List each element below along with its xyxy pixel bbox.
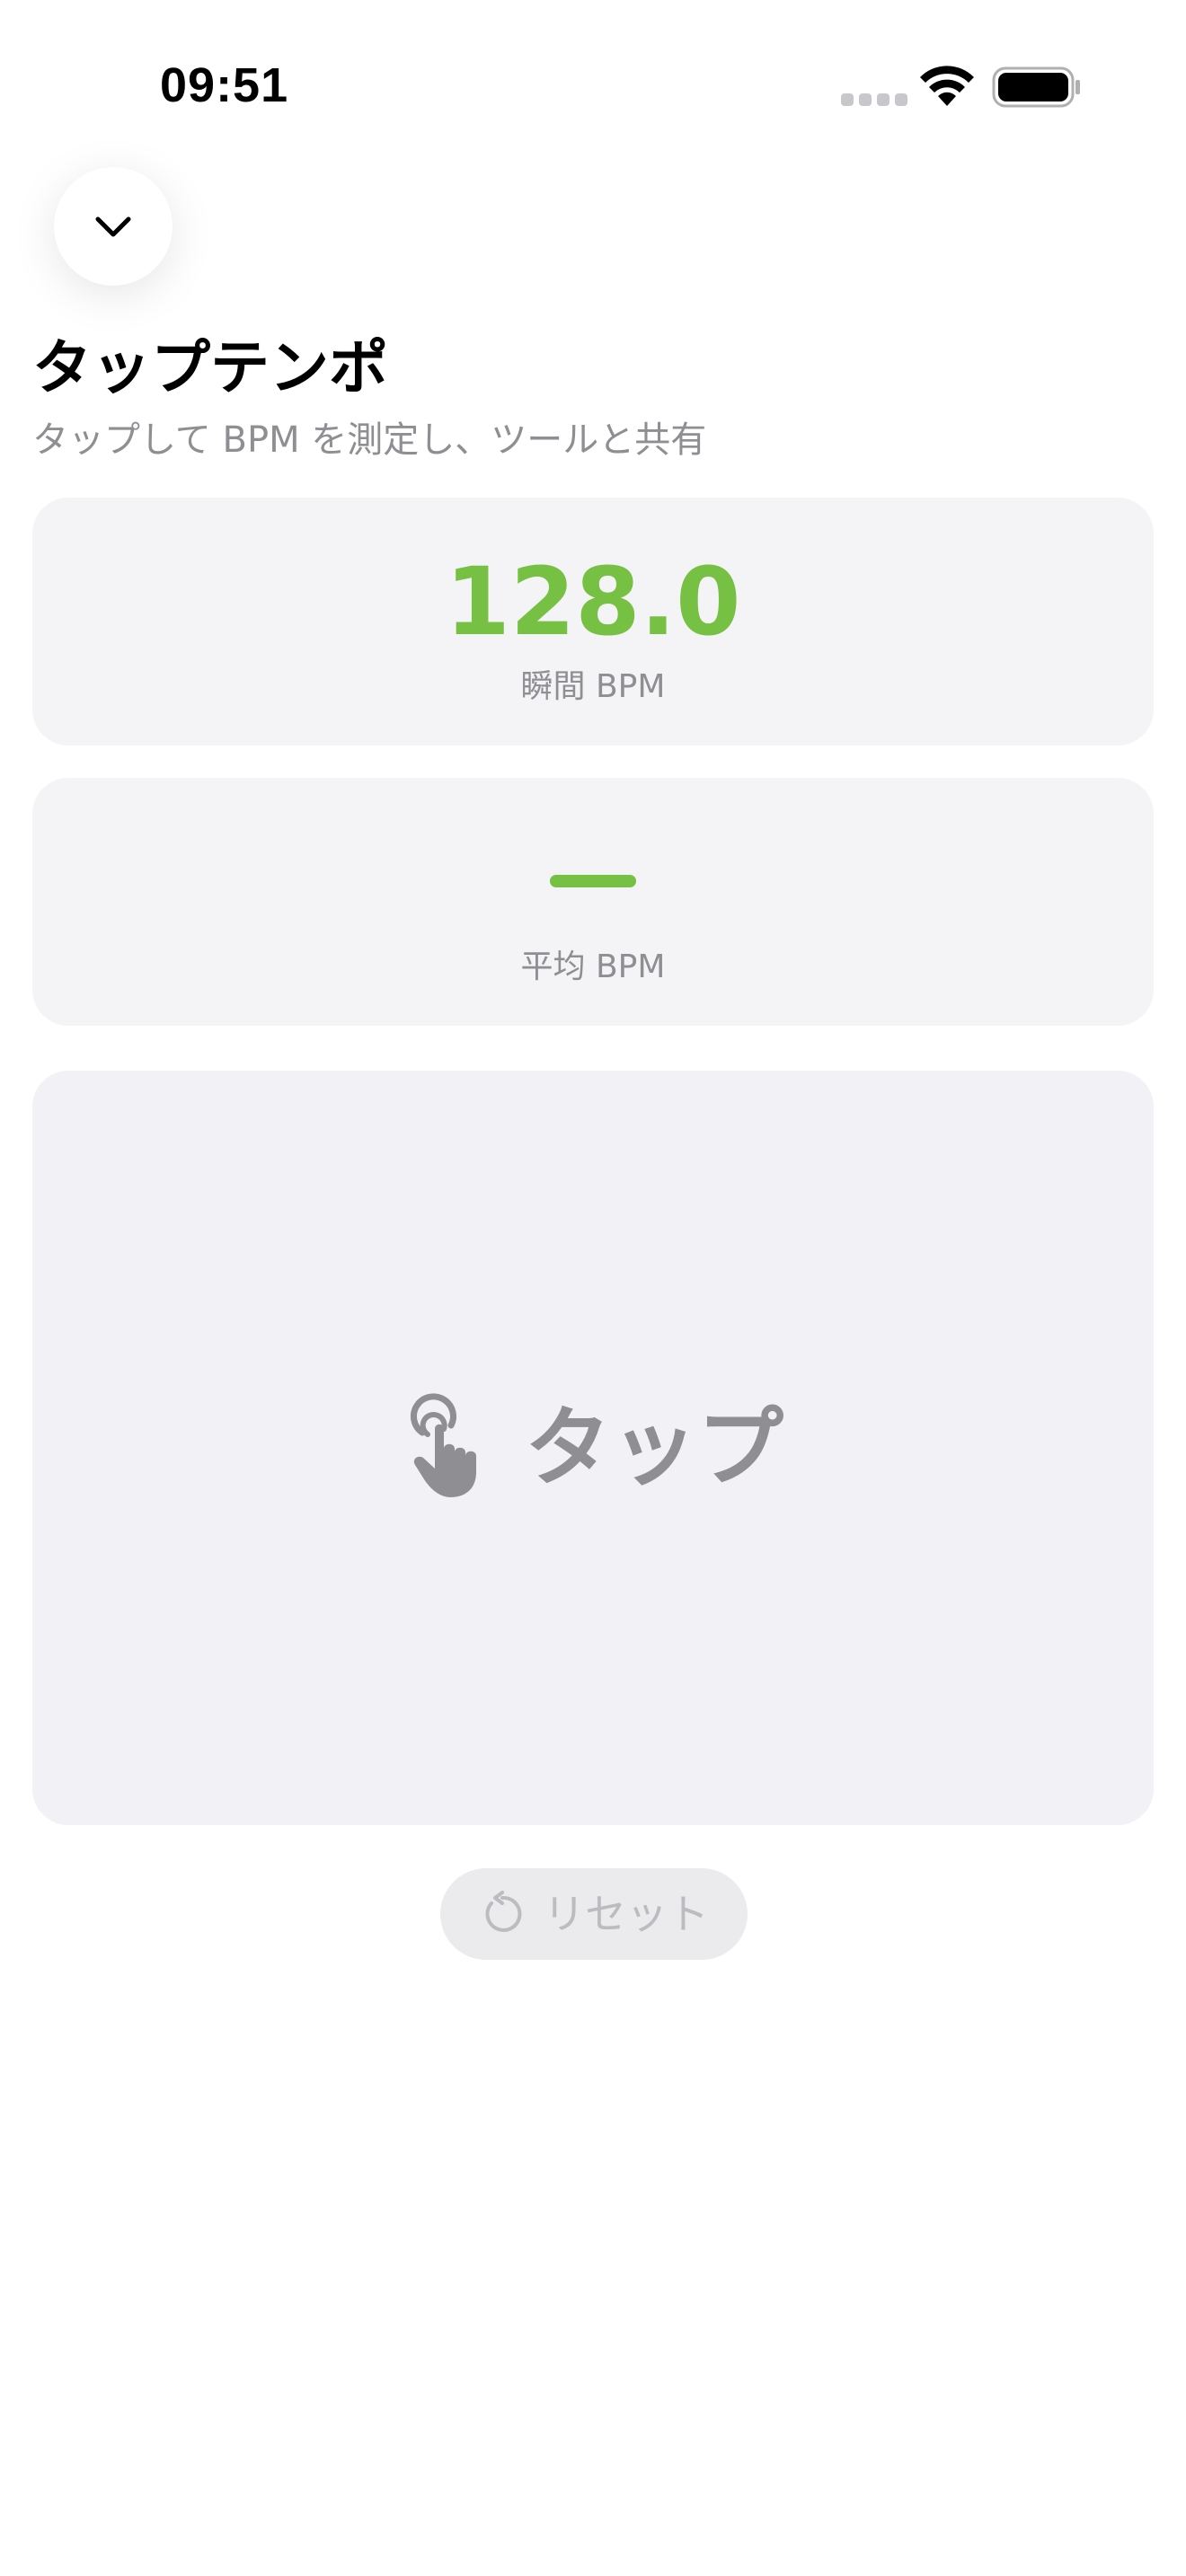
- battery-icon: [992, 66, 1080, 108]
- tap-pad[interactable]: タップ: [32, 1071, 1154, 1825]
- average-bpm-label: 平均 BPM: [520, 948, 666, 985]
- instant-bpm-value: 128.0: [445, 547, 741, 657]
- tap-label: タップ: [525, 1398, 783, 1498]
- reset-arrow-icon: [485, 1891, 522, 1932]
- instant-bpm-card: 128.0 瞬間 BPM: [32, 498, 1154, 745]
- hand-tap-icon: [411, 1393, 476, 1497]
- cellular-signal-icon: [841, 93, 907, 106]
- wifi-icon: [920, 66, 974, 106]
- page-subtitle: タップして BPM を測定し、ツールと共有: [32, 419, 707, 461]
- status-time: 09:51: [160, 58, 289, 112]
- reset-button[interactable]: リセット: [440, 1868, 748, 1960]
- page-title: タップテンポ: [32, 333, 388, 402]
- collapse-button[interactable]: [54, 167, 173, 286]
- reset-label: リセット: [544, 1890, 709, 1938]
- chevron-down-icon: [95, 216, 131, 237]
- average-bpm-card: 平均 BPM: [32, 778, 1154, 1026]
- instant-bpm-label: 瞬間 BPM: [520, 668, 666, 705]
- average-bpm-value: [550, 875, 636, 887]
